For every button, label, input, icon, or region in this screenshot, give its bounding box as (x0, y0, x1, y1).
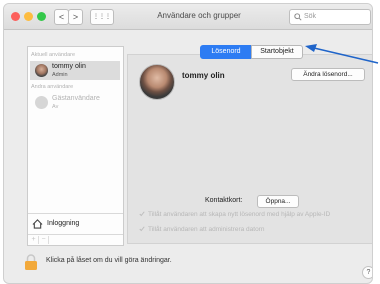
tab-login-items[interactable]: Startobjekt (251, 45, 303, 59)
search-icon (294, 13, 302, 21)
window-title: Användare och grupper (157, 11, 241, 20)
title-bar: < > ⋮⋮⋮ Användare och grupper Sök (4, 4, 372, 30)
change-password-button[interactable]: Ändra lösenord... (291, 68, 365, 81)
checkmark-icon (139, 226, 145, 232)
user-full-name: tommy olin (182, 71, 225, 80)
option-label: Tillåt användaren att skapa nytt lösenor… (148, 211, 331, 218)
zoom-window-button[interactable] (37, 12, 46, 21)
login-options-row[interactable]: Inloggning (28, 213, 123, 234)
user-photo[interactable] (139, 64, 175, 100)
preferences-window: < > ⋮⋮⋮ Användare och grupper Sök Aktuel… (3, 3, 373, 284)
add-remove-bar: + − (28, 234, 123, 246)
user-row-guest[interactable]: Gästanvändare Av (30, 93, 120, 112)
search-placeholder: Sök (304, 13, 317, 20)
current-user-header: Aktuell användare (31, 52, 76, 58)
remove-user-button[interactable]: − (39, 236, 49, 244)
option-allow-admin[interactable]: Tillåt användaren att administrera dator… (139, 226, 264, 233)
tab-password[interactable]: Lösenord (200, 45, 252, 59)
login-options-label: Inloggning (47, 220, 80, 227)
guest-avatar-icon (35, 96, 48, 109)
user-avatar-small (35, 64, 48, 77)
user-name: tommy olin (52, 63, 86, 70)
back-button[interactable]: < (54, 9, 69, 25)
guest-user-name: Gästanvändare (52, 95, 100, 102)
lock-hint-text: Klicka på låset om du vill göra ändringa… (46, 257, 172, 264)
option-label: Tillåt användaren att administrera dator… (148, 226, 265, 233)
option-reset-password-apple-id[interactable]: Tillåt användaren att skapa nytt lösenor… (139, 211, 330, 218)
guest-user-status: Av (52, 104, 59, 110)
add-user-button[interactable]: + (29, 236, 39, 244)
checkmark-icon (139, 211, 145, 217)
user-row-tommy-olin[interactable]: tommy olin Admin (30, 61, 120, 80)
house-icon (32, 219, 43, 229)
lock-row[interactable]: Klicka på låset om du vill göra ändringa… (24, 254, 254, 274)
forward-button[interactable]: > (68, 9, 83, 25)
close-window-button[interactable] (11, 12, 20, 21)
other-users-header: Andra användare (31, 84, 74, 90)
user-role: Admin (52, 72, 68, 78)
contact-card-label: Kontaktkort: (205, 197, 243, 204)
show-all-grid-button[interactable]: ⋮⋮⋮ (90, 9, 114, 25)
search-field[interactable]: Sök (289, 9, 371, 25)
lock-icon (25, 254, 37, 270)
help-button[interactable]: ? (362, 266, 372, 279)
user-list: Aktuell användare tommy olin Admin Andra… (27, 46, 124, 246)
minimize-window-button[interactable] (24, 12, 33, 21)
open-contact-button[interactable]: Öppna... (257, 195, 299, 208)
